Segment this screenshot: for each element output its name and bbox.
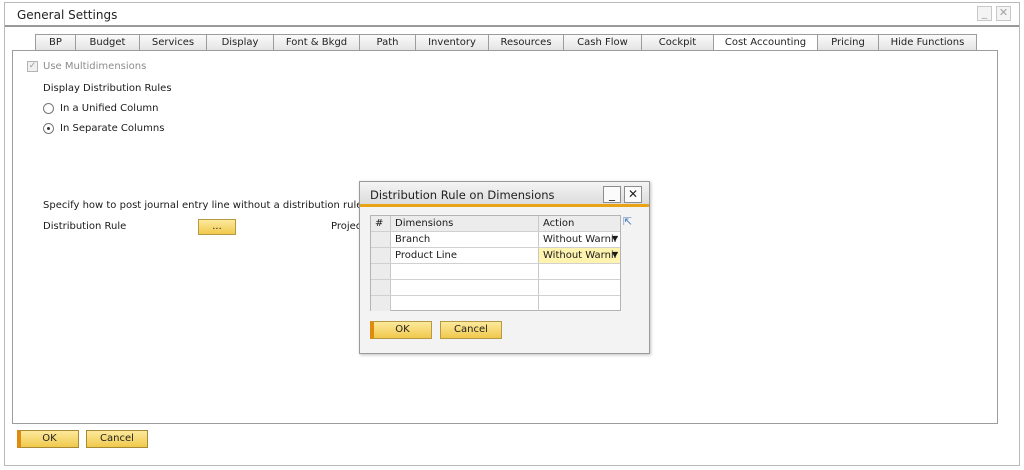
display-rules-label: Display Distribution Rules <box>43 83 172 94</box>
table-row[interactable]: Product Line Without Warnir ▼ <box>371 248 620 264</box>
dropdown-arrow-icon[interactable]: ▼ <box>612 232 618 246</box>
radio-selected-dot <box>47 127 50 130</box>
dimensions-grid: # Dimensions Action Branch Without Warni… <box>370 215 621 311</box>
dimension-cell <box>391 296 539 311</box>
dialog-cancel-button[interactable]: Cancel <box>440 321 502 339</box>
table-row[interactable]: Branch Without Warnir ▼ <box>371 232 620 248</box>
dimension-cell <box>391 264 539 279</box>
minimize-icon: _ <box>981 6 988 19</box>
tab-label: Services <box>151 37 195 48</box>
ok-label: OK <box>395 324 410 335</box>
column-header-dimensions[interactable]: Dimensions <box>391 216 539 231</box>
table-row[interactable] <box>371 280 620 296</box>
radio-unified-column[interactable] <box>43 103 54 114</box>
column-header-number: # <box>371 216 391 231</box>
row-number <box>371 280 391 295</box>
dialog-title-bar: Distribution Rule on Dimensions _ ✕ <box>360 182 649 207</box>
action-cell[interactable] <box>539 296 620 311</box>
tab-budget[interactable]: Budget <box>75 34 140 51</box>
close-icon: ✕ <box>627 187 639 201</box>
browse-label: ... <box>212 221 222 232</box>
window-title: General Settings <box>17 8 118 22</box>
dialog-ok-button[interactable]: OK <box>370 321 432 339</box>
action-value: Without Warnir <box>543 250 618 261</box>
row-number <box>371 248 391 263</box>
tab-path[interactable]: Path <box>359 34 416 51</box>
tab-label: Display <box>221 37 259 48</box>
tab-label: Budget <box>89 37 126 48</box>
option-separate-label: In Separate Columns <box>60 123 165 134</box>
tab-label: Cockpit <box>658 37 697 48</box>
tab-cash-flow[interactable]: Cash Flow <box>563 34 642 51</box>
distribution-rule-browse-button[interactable]: ... <box>198 219 236 235</box>
tab-hide-functions[interactable]: Hide Functions <box>878 34 977 51</box>
minimize-icon: _ <box>609 187 615 201</box>
tab-label: Cash Flow <box>577 37 628 48</box>
tab-label: Resources <box>500 37 552 48</box>
dimension-cell <box>391 280 539 295</box>
row-number <box>371 296 391 311</box>
minimize-button[interactable]: _ <box>977 6 992 21</box>
row-number <box>371 264 391 279</box>
specify-instruction-text: Specify how to post journal entry line w… <box>43 200 405 211</box>
action-cell[interactable] <box>539 264 620 279</box>
use-multidimensions-label: Use Multidimensions <box>43 61 147 72</box>
tab-label: Font & Bkgd <box>285 37 348 48</box>
tab-label: Hide Functions <box>890 37 965 48</box>
cancel-label: Cancel <box>454 324 488 335</box>
dialog-minimize-button[interactable]: _ <box>603 186 621 203</box>
tab-resources[interactable]: Resources <box>488 34 564 51</box>
row-number <box>371 232 391 247</box>
tab-bp[interactable]: BP <box>35 34 76 51</box>
ok-button[interactable]: OK <box>17 430 79 448</box>
cancel-button[interactable]: Cancel <box>86 430 148 448</box>
dropdown-arrow-icon[interactable]: ▼ <box>612 248 618 262</box>
tab-label: Cost Accounting <box>724 37 807 48</box>
distribution-rule-dialog: Distribution Rule on Dimensions _ ✕ # Di… <box>359 181 650 354</box>
radio-separate-columns[interactable] <box>43 123 54 134</box>
action-cell[interactable] <box>539 280 620 295</box>
tab-inventory[interactable]: Inventory <box>415 34 489 51</box>
title-bar: General Settings _ ✕ <box>5 3 1019 27</box>
cancel-label: Cancel <box>100 433 134 444</box>
expand-arrow-icon[interactable]: ⇱ <box>623 216 635 228</box>
column-header-action[interactable]: Action <box>539 216 620 231</box>
tab-display[interactable]: Display <box>206 34 274 51</box>
tab-services[interactable]: Services <box>139 34 207 51</box>
table-row[interactable] <box>371 296 620 312</box>
dialog-close-button[interactable]: ✕ <box>624 186 642 203</box>
tab-font-bkgd[interactable]: Font & Bkgd <box>273 34 360 51</box>
tab-label: Path <box>376 37 399 48</box>
close-icon: ✕ <box>998 6 1009 19</box>
dialog-title: Distribution Rule on Dimensions <box>370 188 555 202</box>
dimension-cell: Product Line <box>391 248 539 263</box>
tab-label: BP <box>49 37 62 48</box>
close-button[interactable]: ✕ <box>996 6 1011 21</box>
tab-pricing[interactable]: Pricing <box>817 34 879 51</box>
distribution-rule-label: Distribution Rule <box>43 221 127 232</box>
table-row[interactable] <box>371 264 620 280</box>
use-multidimensions-checkbox[interactable]: ✓ <box>27 61 38 72</box>
dimension-cell: Branch <box>391 232 539 247</box>
option-unified-label: In a Unified Column <box>60 103 159 114</box>
tab-label: Inventory <box>428 37 476 48</box>
project-label: Projec <box>331 221 362 232</box>
grid-header-row: # Dimensions Action <box>371 216 620 232</box>
tab-cockpit[interactable]: Cockpit <box>641 34 714 51</box>
ok-label: OK <box>42 433 57 444</box>
tab-label: Pricing <box>831 37 865 48</box>
action-dropdown[interactable]: Without Warnir ▼ <box>539 232 620 247</box>
action-dropdown[interactable]: Without Warnir ▼ <box>539 248 620 263</box>
action-value: Without Warnir <box>543 234 618 245</box>
